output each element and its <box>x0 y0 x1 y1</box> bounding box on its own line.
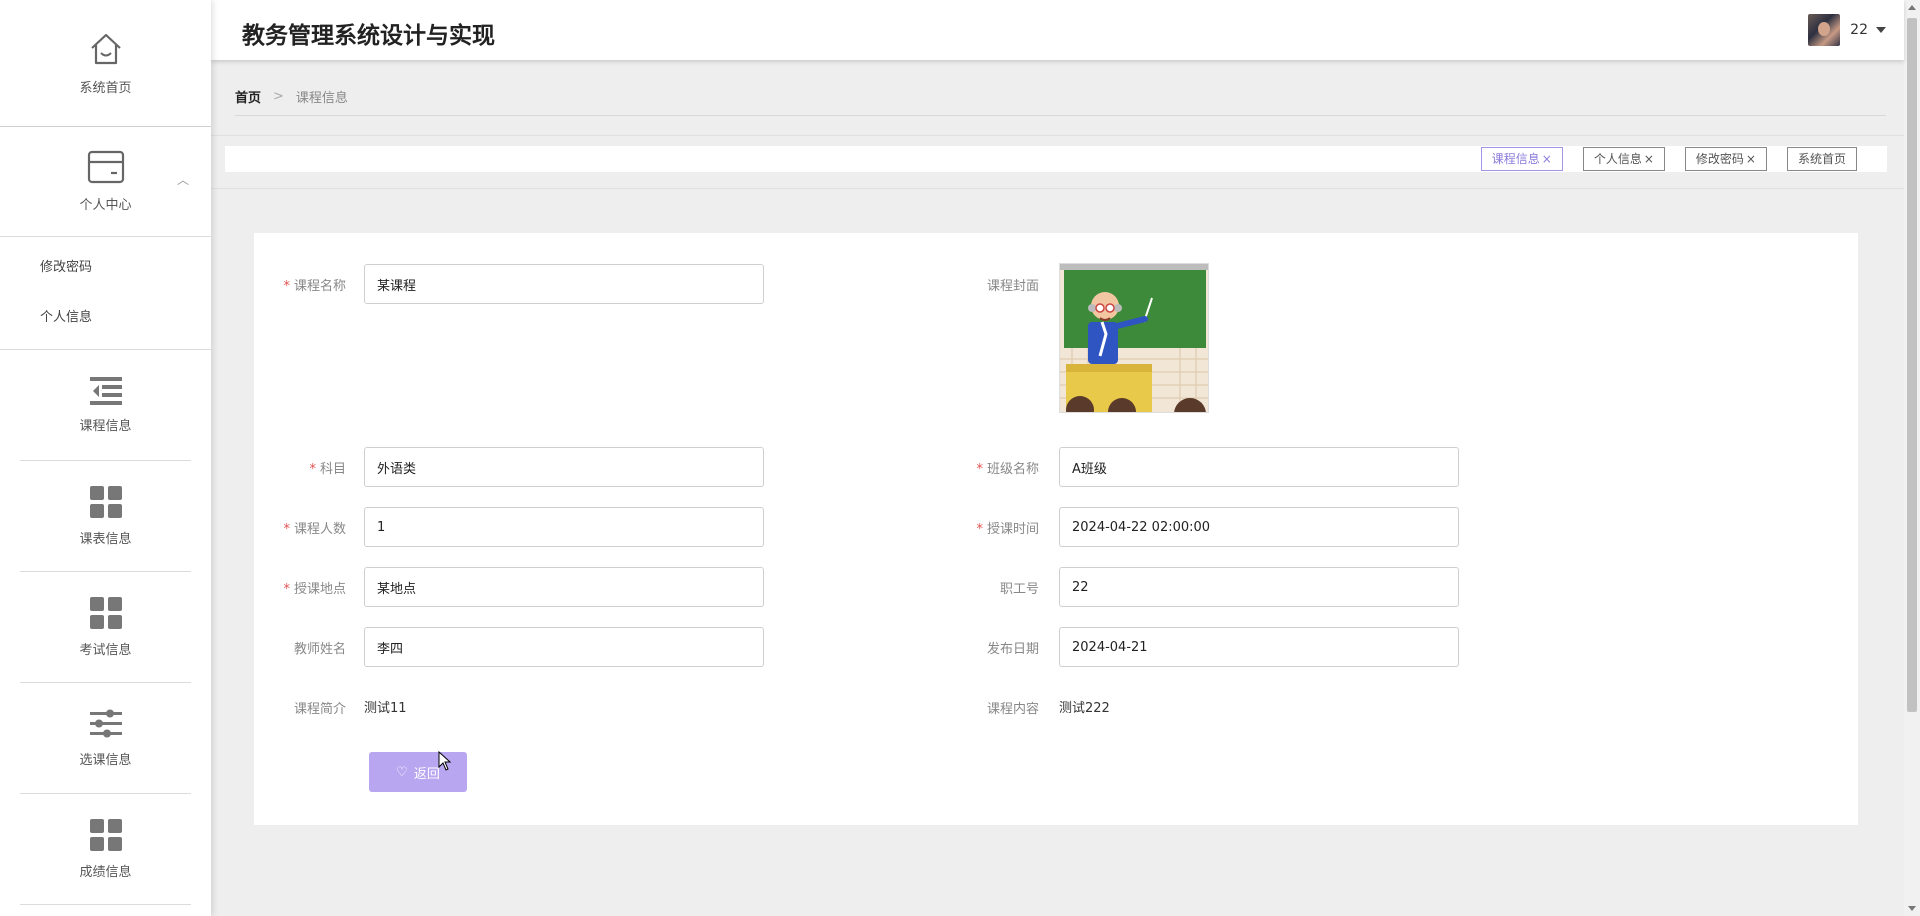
tag-label: 修改密码 <box>1695 152 1744 166</box>
course-cover-label: 课程封面 <box>986 279 1039 294</box>
staff-id-input[interactable] <box>1059 567 1459 607</box>
tag-label: 系统首页 <box>1797 152 1846 166</box>
tag-change-password[interactable]: 修改密码 × <box>1684 147 1767 171</box>
intro-value: 测试11 <box>364 701 407 716</box>
sidebar-item-label: 课程信息 <box>79 418 132 434</box>
tag-personal-info[interactable]: 个人信息 × <box>1582 147 1665 171</box>
top-header: 教务管理系统设计与实现 22 <box>211 0 1904 60</box>
tag-label: 个人信息 <box>1593 152 1642 166</box>
staff-id-label: 职工号 <box>999 582 1039 597</box>
tag-system-home[interactable]: 系统首页 <box>1786 147 1857 171</box>
page-scrollbar[interactable] <box>1904 0 1920 916</box>
user-name: 22 <box>1850 22 1868 38</box>
subject-label: * 科目 <box>309 462 346 477</box>
menu-list-icon <box>89 376 122 405</box>
sidebar-item-schedule-info[interactable]: 课表信息 <box>20 461 191 572</box>
teacher-name-label: 教师姓名 <box>293 642 346 657</box>
divider <box>211 188 1904 189</box>
sidebar: 系统首页 个人中心 ︿ 修改密码 个人信息 课程信息 课表信息 考试信息 选课信… <box>0 0 211 916</box>
class-name-label: * 班级名称 <box>976 462 1039 477</box>
scroll-down-arrow-icon[interactable] <box>1908 906 1916 911</box>
sidebar-item-label: 考试信息 <box>79 642 132 658</box>
sidebar-item-label: 系统首页 <box>79 80 132 96</box>
user-menu[interactable]: 22 <box>1808 14 1886 46</box>
sidebar-item-label: 个人中心 <box>79 198 132 213</box>
mouse-cursor-icon <box>438 750 452 775</box>
class-name-input[interactable] <box>1059 447 1459 487</box>
tag-course-info[interactable]: 课程信息 × <box>1480 147 1563 171</box>
grid-icon <box>89 485 122 518</box>
sidebar-item-label: 选课信息 <box>79 752 132 768</box>
teacher-name-input[interactable] <box>364 627 764 667</box>
tags-list: 课程信息 × 个人信息 × 修改密码 × 系统首页 <box>1461 147 1857 171</box>
close-icon[interactable]: × <box>1542 152 1552 166</box>
location-label: * 授课地点 <box>283 582 346 597</box>
back-button[interactable]: ♡ 返回 <box>369 752 467 792</box>
avatar[interactable] <box>1808 14 1841 46</box>
breadcrumb-home-link[interactable]: 首页 <box>235 87 261 106</box>
card-icon <box>87 150 125 184</box>
content-label: 课程内容 <box>986 702 1039 717</box>
sidebar-item-home[interactable]: 系统首页 <box>0 0 211 127</box>
publish-date-input[interactable] <box>1059 627 1459 667</box>
scrollbar-thumb[interactable] <box>1907 18 1917 712</box>
student-count-label: * 课程人数 <box>283 522 346 537</box>
sliders-icon <box>89 709 122 739</box>
sidebar-item-label: 课表信息 <box>79 531 132 547</box>
course-name-label: * 课程名称 <box>283 279 346 294</box>
chevron-up-icon: ︿ <box>176 173 189 187</box>
class-time-input[interactable] <box>1059 507 1459 547</box>
sidebar-item-course-info[interactable]: 课程信息 <box>20 350 191 461</box>
breadcrumb-current: 课程信息 <box>295 91 348 106</box>
class-time-label: * 授课时间 <box>976 522 1039 537</box>
sidebar-item-exam-info[interactable]: 考试信息 <box>20 572 191 683</box>
close-icon[interactable]: × <box>1746 152 1756 166</box>
scroll-up-arrow-icon[interactable] <box>1908 5 1916 10</box>
student-count-input[interactable] <box>364 507 764 547</box>
publish-date-label: 发布日期 <box>986 642 1039 657</box>
breadcrumb-separator: > <box>273 89 284 104</box>
back-button-label: 返回 <box>413 765 440 781</box>
sidebar-submenu: 修改密码 个人信息 <box>0 237 211 350</box>
course-cover-image <box>1059 263 1209 413</box>
divider <box>211 135 1904 136</box>
course-name-input[interactable] <box>364 264 764 304</box>
home-icon <box>88 31 124 67</box>
course-detail-form: *课程名称 课程封面 *科目 <box>254 233 1858 825</box>
sidebar-item-label: 成绩信息 <box>79 864 132 880</box>
location-input[interactable] <box>364 567 764 607</box>
divider <box>235 115 1886 116</box>
sidebar-item-course-selection-info[interactable]: 选课信息 <box>20 683 191 794</box>
breadcrumb: 首页 > 课程信息 <box>235 87 348 106</box>
subject-input[interactable] <box>364 447 764 487</box>
content-value: 测试222 <box>1059 701 1110 716</box>
heart-icon: ♡ <box>396 764 408 779</box>
sidebar-item-personal-center[interactable]: 个人中心 ︿ <box>0 127 211 237</box>
intro-label: 课程简介 <box>293 702 346 717</box>
sidebar-subitem-change-password[interactable]: 修改密码 <box>0 243 211 293</box>
tags-view-bar: 课程信息 × 个人信息 × 修改密码 × 系统首页 <box>225 146 1887 172</box>
sidebar-subitem-personal-info[interactable]: 个人信息 <box>0 293 211 343</box>
sidebar-item-grade-info[interactable]: 成绩信息 <box>20 794 191 905</box>
close-icon[interactable]: × <box>1644 152 1654 166</box>
caret-down-icon[interactable] <box>1876 27 1886 33</box>
grid-icon <box>89 818 122 851</box>
tag-label: 课程信息 <box>1491 152 1540 166</box>
grid-icon <box>89 596 122 629</box>
app-title: 教务管理系统设计与实现 <box>242 23 495 49</box>
